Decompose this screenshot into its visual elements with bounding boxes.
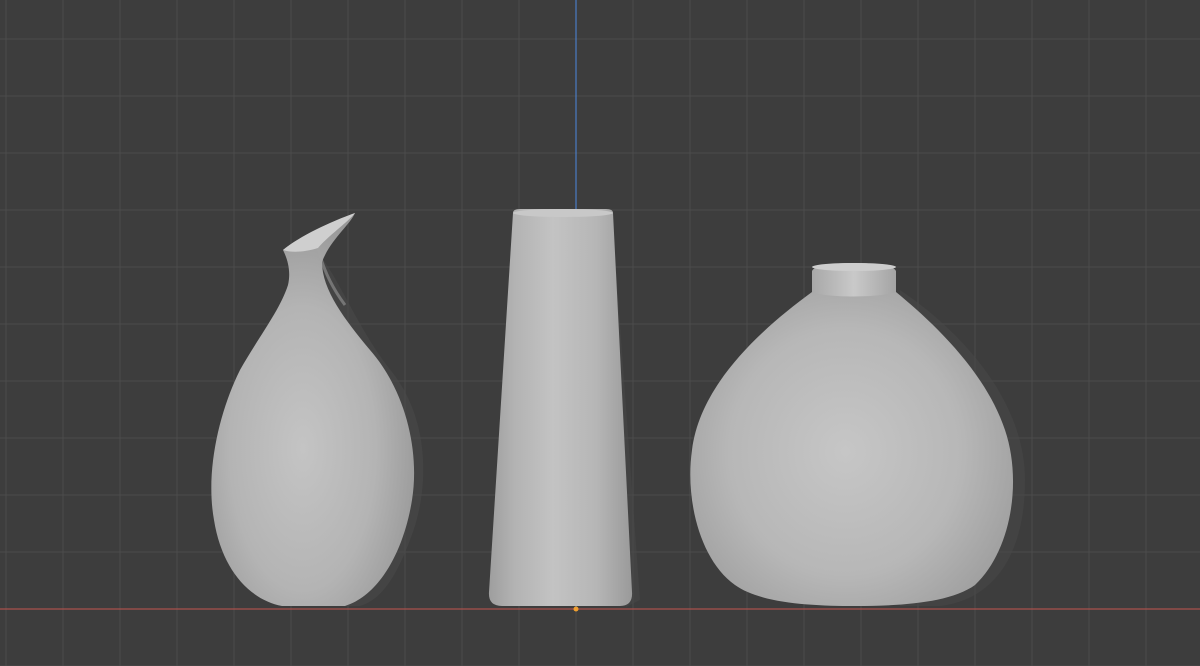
pitcher-vase-body	[211, 213, 415, 606]
origin-point[interactable]	[573, 606, 579, 612]
viewport-canvas[interactable]	[0, 0, 1200, 666]
cylinder-vase[interactable]	[488, 209, 640, 607]
pitcher-vase-rim	[283, 213, 355, 252]
round-vase-rim	[812, 263, 896, 271]
3d-viewport[interactable]	[0, 0, 1200, 666]
cylinder-vase-rim	[513, 209, 613, 217]
cylinder-vase-body	[488, 209, 633, 606]
pitcher-vase[interactable]	[211, 213, 424, 606]
round-vase-body	[690, 263, 1014, 606]
